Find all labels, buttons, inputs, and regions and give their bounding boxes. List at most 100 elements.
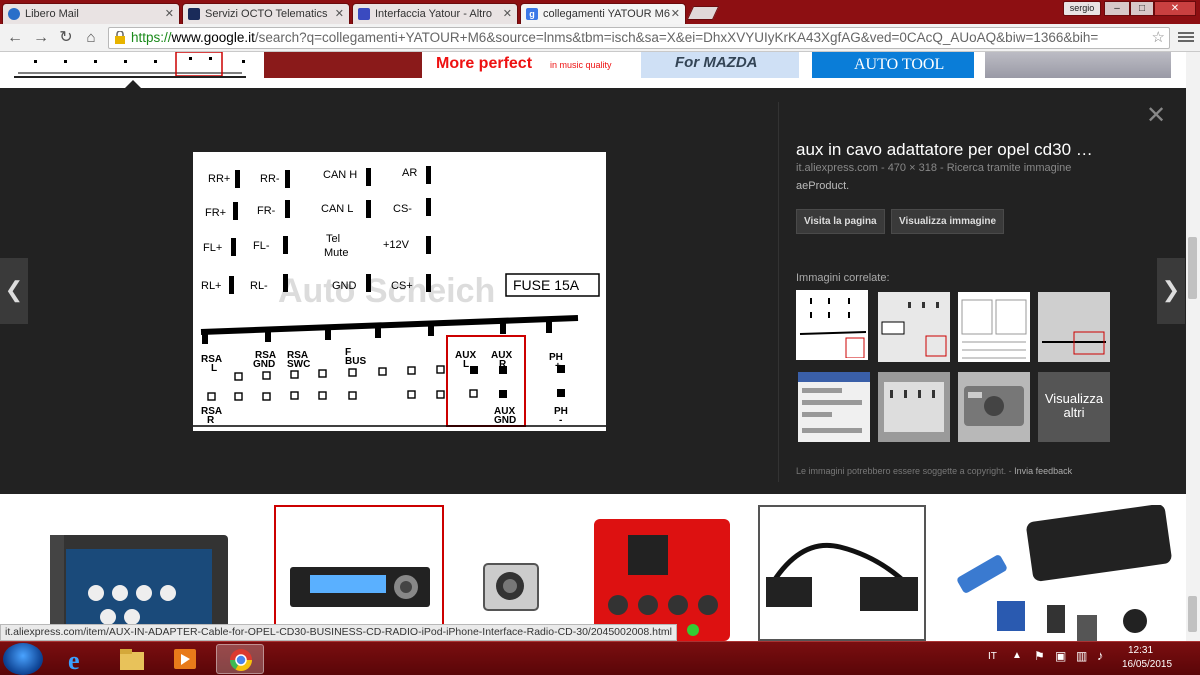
thumbnail-gray[interactable] [985, 52, 1171, 78]
svg-text:CAN H: CAN H [323, 169, 357, 181]
scrollbar-track[interactable] [1186, 52, 1200, 641]
banner-text: For MAZDA [675, 54, 758, 71]
related-wiring-thumb [798, 292, 866, 358]
tab-libero-mail[interactable]: Libero Mail ✕ [2, 3, 180, 24]
bookmark-star-icon[interactable]: ☆ [1148, 28, 1165, 48]
clock-time[interactable]: 12:31 [1128, 645, 1153, 656]
related-wiring-thumb [878, 372, 950, 442]
preview-description: aeProduct. [796, 180, 850, 192]
url-host: www.google.it [171, 30, 255, 45]
new-tab-button[interactable] [686, 6, 720, 20]
related-image[interactable] [798, 372, 870, 442]
usb-interface-kit-image [957, 505, 1172, 641]
close-icon[interactable]: ✕ [1146, 104, 1166, 128]
thumbnail-more-perfect[interactable]: More perfect in music quality [430, 52, 626, 78]
result-image[interactable] [40, 505, 238, 641]
tab-yatour[interactable]: Interfaccia Yatour - Altro ✕ [352, 3, 518, 24]
clock-date[interactable]: 16/05/2015 [1122, 659, 1172, 670]
tab-octo[interactable]: Servizi OCTO Telematics ✕ [182, 3, 350, 24]
svg-text:RR+: RR+ [208, 173, 230, 185]
internet-explorer-icon[interactable]: e [54, 644, 102, 675]
close-icon[interactable]: ✕ [671, 7, 680, 20]
related-image[interactable] [878, 372, 950, 442]
wiring-thumb-image [18, 52, 245, 76]
watermark-text: Auto Scheich [278, 272, 495, 310]
more-related-button[interactable]: Visualizza altri [1038, 372, 1110, 442]
svg-text:FR-: FR- [257, 205, 276, 217]
file-explorer-icon[interactable] [108, 644, 156, 674]
svg-text:FR+: FR+ [205, 207, 226, 219]
minimize-button[interactable]: – [1104, 1, 1130, 16]
svg-text:CS+: CS+ [391, 280, 413, 292]
url-protocol: https:// [131, 30, 172, 45]
thumbnail-red[interactable] [264, 52, 422, 78]
preview-source: it.aliexpress.com - 470 × 318 - Ricerca … [796, 162, 1072, 174]
copyright-text: Le immagini potrebbero essere soggette a… [796, 466, 1007, 476]
menu-icon[interactable] [1178, 30, 1194, 46]
tab-label: Libero Mail [25, 8, 79, 20]
user-profile-button[interactable]: sergio [1063, 1, 1101, 16]
network-icon[interactable]: ▥ [1076, 649, 1087, 663]
car-stereo-device-image [50, 535, 228, 641]
chrome-icon[interactable] [216, 644, 264, 674]
obd-cable-image: KWOK [766, 542, 918, 611]
svg-text:e: e [68, 646, 80, 674]
thumbnail-mazda[interactable]: For MAZDA [641, 52, 799, 78]
svg-text:+12V: +12V [383, 239, 410, 251]
preview-title[interactable]: aux in cavo adattatore per opel cd30 … [796, 140, 1093, 160]
close-window-button[interactable]: ✕ [1154, 1, 1196, 16]
home-icon[interactable]: ⌂ [82, 29, 100, 47]
tab-google-images[interactable]: g collegamenti YATOUR M6 ✕ [520, 3, 686, 24]
svg-text:RL-: RL- [250, 280, 268, 292]
scrollbar-thumb[interactable] [1188, 237, 1197, 299]
related-image[interactable] [878, 292, 950, 362]
volume-icon[interactable]: ♪ [1097, 648, 1104, 663]
image-preview-panel: ❮ ❯ Auto Scheich RR+ RR- CAN H AR FR+ FR… [0, 88, 1200, 494]
device-icon[interactable]: ▣ [1055, 649, 1066, 663]
car-radio-image [290, 567, 430, 607]
connector-pinout-diagram: Auto Scheich RR+ RR- CAN H AR FR+ FR- CA… [193, 152, 606, 431]
windows-start-icon[interactable] [3, 643, 43, 675]
send-feedback-link[interactable]: Invia feedback [1014, 466, 1072, 476]
selected-thumbnail[interactable] [14, 52, 246, 78]
lock-icon [115, 31, 125, 44]
view-image-button[interactable]: Visualizza immagine [891, 209, 1005, 234]
maximize-button[interactable]: □ [1130, 1, 1154, 16]
close-icon[interactable]: ✕ [503, 7, 512, 20]
svg-text:R: R [207, 415, 215, 426]
svg-text:GND: GND [494, 415, 516, 426]
related-image[interactable] [958, 372, 1030, 442]
svg-text:GND: GND [332, 280, 357, 292]
media-player-icon[interactable] [162, 644, 210, 674]
related-image[interactable] [1038, 292, 1110, 362]
action-center-flag-icon[interactable]: ⚑ [1034, 649, 1045, 663]
browser-toolbar: ← → ↻ ⌂ https://www.google.it/search?q=c… [0, 24, 1200, 52]
reload-icon[interactable]: ↻ [57, 29, 75, 47]
address-bar[interactable]: https://www.google.it/search?q=collegame… [108, 27, 1170, 49]
preview-image[interactable]: Auto Scheich RR+ RR- CAN H AR FR+ FR- CA… [193, 152, 606, 431]
image-results-grid: KWOK [0, 494, 1200, 641]
next-arrow-icon[interactable]: ❯ [1157, 258, 1185, 324]
related-image[interactable] [796, 290, 868, 360]
result-image[interactable] [937, 505, 1173, 641]
thumbnail-auto-tool[interactable]: AUTO TOOL [812, 52, 974, 78]
scrollbar-thumb-lower[interactable] [1188, 596, 1197, 632]
result-image-selected[interactable] [274, 505, 444, 641]
previous-arrow-icon[interactable]: ❮ [0, 258, 28, 324]
related-image[interactable] [958, 292, 1030, 362]
related-code-calculator-thumb [798, 372, 870, 442]
libero-icon [8, 8, 20, 20]
svg-text:FL+: FL+ [203, 242, 222, 254]
back-arrow-icon[interactable]: ← [6, 29, 24, 47]
close-icon[interactable]: ✕ [165, 7, 174, 20]
result-image[interactable]: KWOK [758, 505, 926, 641]
forward-arrow-icon[interactable]: → [32, 29, 50, 47]
tab-label: Servizi OCTO Telematics [205, 8, 328, 20]
show-hidden-icons-icon[interactable]: ▲ [1012, 650, 1022, 661]
fuse-label: FUSE 15A [513, 277, 580, 293]
result-image[interactable] [578, 505, 746, 641]
language-indicator[interactable]: IT [988, 651, 997, 662]
svg-text:Tel: Tel [326, 233, 340, 245]
visit-page-button[interactable]: Visita la pagina [796, 209, 885, 234]
close-icon[interactable]: ✕ [335, 7, 344, 20]
